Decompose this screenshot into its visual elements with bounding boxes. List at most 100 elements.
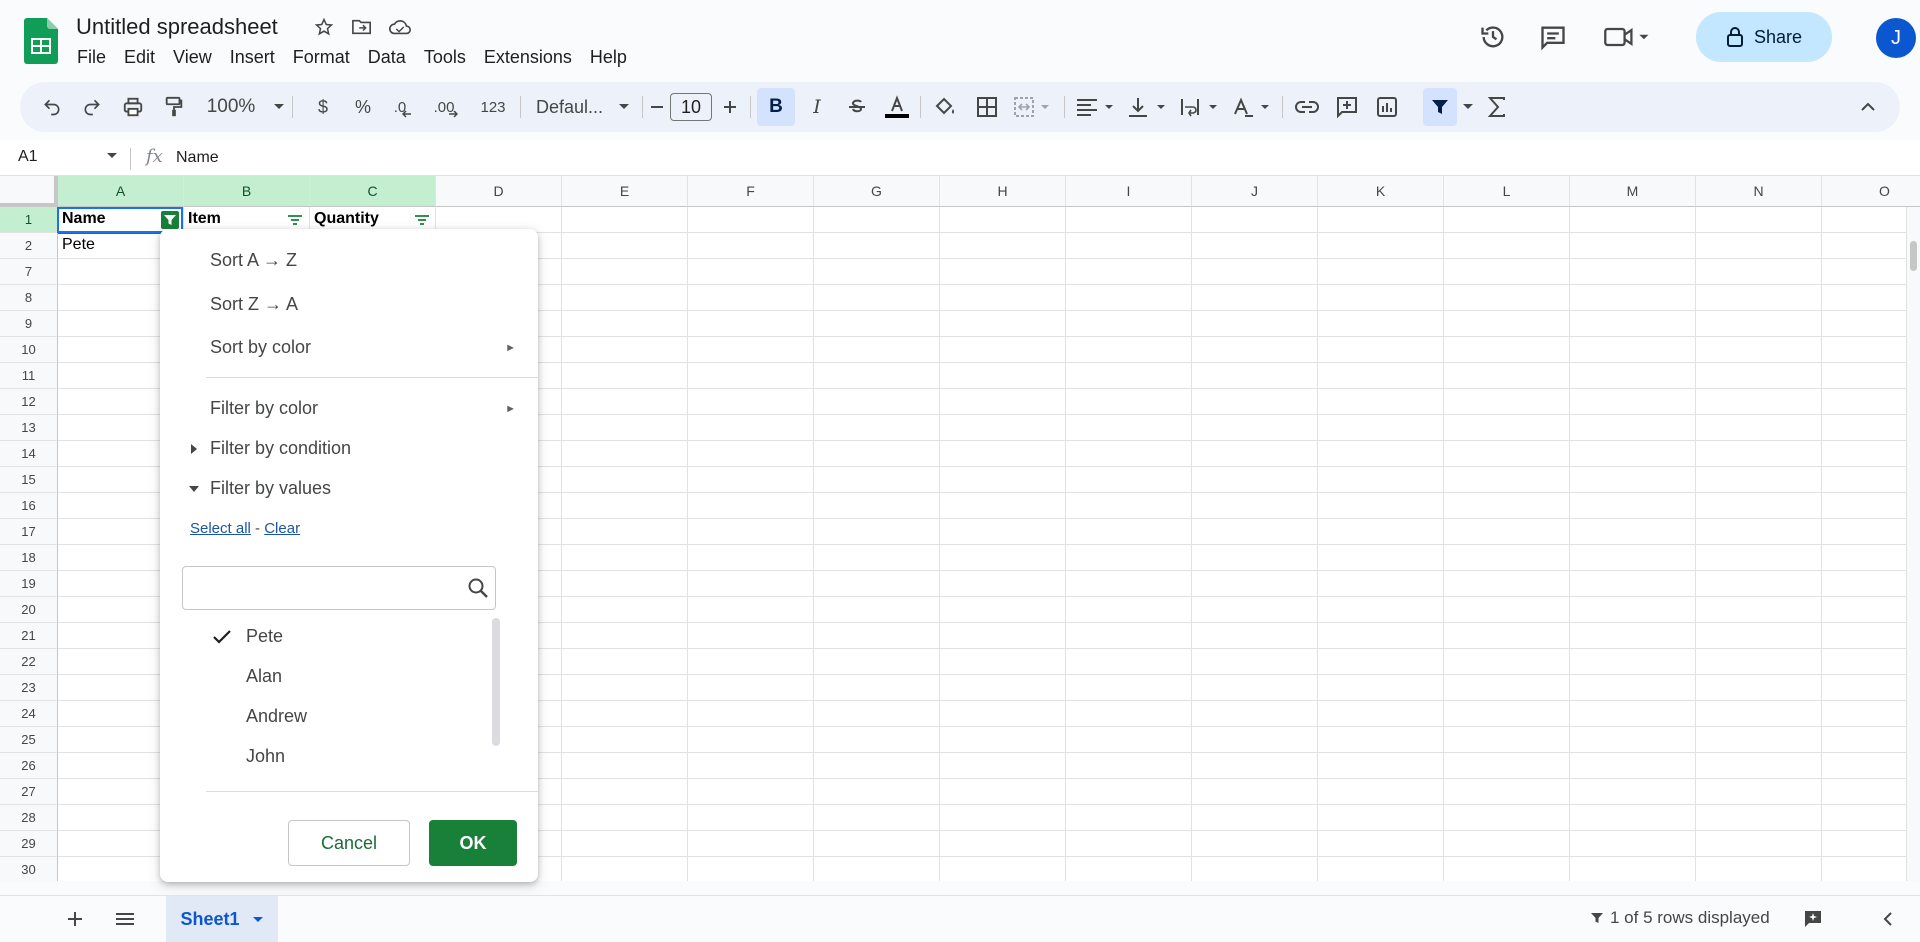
row-header-13[interactable]: 13 — [0, 415, 58, 441]
increase-decimal-button[interactable]: .00 — [424, 82, 468, 132]
row-header-14[interactable]: 14 — [0, 441, 58, 467]
print-icon[interactable] — [114, 82, 152, 132]
row-header-12[interactable]: 12 — [0, 389, 58, 415]
row-header-9[interactable]: 9 — [0, 311, 58, 337]
meet-video-icon[interactable] — [1600, 22, 1656, 52]
row-header-8[interactable]: 8 — [0, 285, 58, 311]
more-formats-button[interactable]: 123 — [472, 82, 514, 132]
vertical-scroll-thumb[interactable] — [1910, 241, 1917, 271]
paint-format-icon[interactable] — [156, 82, 192, 132]
row-header-26[interactable]: 26 — [0, 753, 58, 779]
row-header-1[interactable]: 1 — [0, 207, 58, 233]
comments-icon[interactable] — [1538, 22, 1568, 52]
add-sheet-icon[interactable] — [60, 904, 90, 934]
cloud-status-icon[interactable] — [388, 14, 412, 40]
strikethrough-icon[interactable] — [838, 82, 876, 132]
sort-a-z-option[interactable]: Sort A → Z — [210, 250, 297, 271]
ok-button[interactable]: OK — [429, 820, 517, 866]
increase-font-size-icon[interactable] — [714, 82, 746, 132]
row-header-29[interactable]: 29 — [0, 831, 58, 857]
row-header-7[interactable]: 7 — [0, 259, 58, 285]
cancel-button[interactable]: Cancel — [288, 820, 410, 866]
column-header-f[interactable]: F — [688, 176, 814, 207]
menu-data[interactable]: Data — [359, 46, 415, 68]
row-header-18[interactable]: 18 — [0, 545, 58, 571]
cell-c1[interactable]: Quantity — [314, 210, 379, 228]
bold-icon[interactable]: B — [757, 82, 795, 132]
caret-right-icon[interactable] — [190, 444, 198, 454]
chevron-down-icon[interactable] — [106, 152, 118, 160]
filter-by-values-option[interactable]: Filter by values — [210, 478, 331, 499]
name-box[interactable]: A1 — [18, 148, 38, 166]
value-option-andrew[interactable]: Andrew — [246, 706, 307, 727]
formula-input[interactable]: Name — [176, 149, 219, 167]
filter-button-icon[interactable] — [286, 211, 304, 229]
row-header-22[interactable]: 22 — [0, 649, 58, 675]
share-button[interactable]: Share — [1696, 12, 1832, 62]
sheets-logo-icon[interactable] — [24, 18, 58, 64]
values-list-scrollbar[interactable] — [492, 618, 500, 746]
column-header-n[interactable]: N — [1696, 176, 1822, 207]
select-all-corner[interactable] — [0, 176, 58, 207]
text-color-icon[interactable] — [878, 82, 916, 132]
text-wrapping-icon[interactable] — [1176, 82, 1224, 132]
filter-button-icon[interactable] — [413, 211, 431, 229]
column-header-b[interactable]: B — [184, 176, 310, 207]
menu-tools[interactable]: Tools — [415, 46, 475, 68]
collapse-side-panel-icon[interactable] — [1872, 904, 1902, 934]
value-option-pete[interactable]: Pete — [246, 626, 283, 647]
row-header-24[interactable]: 24 — [0, 701, 58, 727]
column-header-d[interactable]: D — [436, 176, 562, 207]
explore-icon[interactable] — [1798, 904, 1828, 934]
row-header-30[interactable]: 30 — [0, 857, 58, 881]
chevron-down-icon[interactable] — [252, 916, 264, 924]
row-header-2[interactable]: 2 — [0, 233, 58, 259]
row-header-25[interactable]: 25 — [0, 727, 58, 753]
row-header-27[interactable]: 27 — [0, 779, 58, 805]
clear-link[interactable]: Clear — [264, 520, 300, 537]
decrease-font-size-icon[interactable] — [644, 82, 670, 132]
row-header-23[interactable]: 23 — [0, 675, 58, 701]
row-header-20[interactable]: 20 — [0, 597, 58, 623]
row-header-11[interactable]: 11 — [0, 363, 58, 389]
column-header-k[interactable]: K — [1318, 176, 1444, 207]
filter-dropdown-chevron-icon[interactable] — [1458, 82, 1478, 132]
font-family-select[interactable]: Defaul... — [528, 82, 638, 132]
account-avatar[interactable]: J — [1876, 18, 1916, 58]
row-header-19[interactable]: 19 — [0, 571, 58, 597]
undo-icon[interactable] — [34, 82, 70, 132]
column-header-e[interactable]: E — [562, 176, 688, 207]
fill-color-icon[interactable] — [926, 82, 964, 132]
sheet-tab-sheet1[interactable]: Sheet1 — [166, 896, 278, 942]
redo-icon[interactable] — [74, 82, 110, 132]
row-header-15[interactable]: 15 — [0, 467, 58, 493]
menu-insert[interactable]: Insert — [221, 46, 284, 68]
menu-help[interactable]: Help — [581, 46, 636, 68]
percent-format-button[interactable]: % — [346, 82, 380, 132]
column-header-o[interactable]: O — [1822, 176, 1920, 207]
menu-format[interactable]: Format — [284, 46, 359, 68]
row-header-10[interactable]: 10 — [0, 337, 58, 363]
column-header-j[interactable]: J — [1192, 176, 1318, 207]
values-search-input[interactable] — [191, 575, 451, 601]
row-header-16[interactable]: 16 — [0, 493, 58, 519]
cell-a2[interactable]: Pete — [62, 236, 95, 254]
filter-icon[interactable] — [1423, 82, 1457, 132]
row-header-17[interactable]: 17 — [0, 519, 58, 545]
all-sheets-menu-icon[interactable] — [110, 904, 140, 934]
column-header-a[interactable]: A — [58, 176, 184, 207]
values-search-box[interactable] — [182, 566, 496, 610]
move-folder-icon[interactable] — [350, 14, 374, 40]
caret-down-icon[interactable] — [189, 485, 199, 493]
insert-link-icon[interactable] — [1288, 82, 1326, 132]
font-size-input[interactable]: 10 — [670, 93, 712, 121]
insert-chart-icon[interactable] — [1368, 82, 1406, 132]
merge-cells-icon[interactable] — [1010, 82, 1056, 132]
filter-by-condition-option[interactable]: Filter by condition — [210, 438, 351, 459]
column-header-g[interactable]: G — [814, 176, 940, 207]
document-title[interactable]: Untitled spreadsheet — [76, 14, 278, 40]
value-option-alan[interactable]: Alan — [246, 666, 282, 687]
row-header-28[interactable]: 28 — [0, 805, 58, 831]
star-icon[interactable] — [312, 14, 336, 40]
menu-view[interactable]: View — [164, 46, 221, 68]
